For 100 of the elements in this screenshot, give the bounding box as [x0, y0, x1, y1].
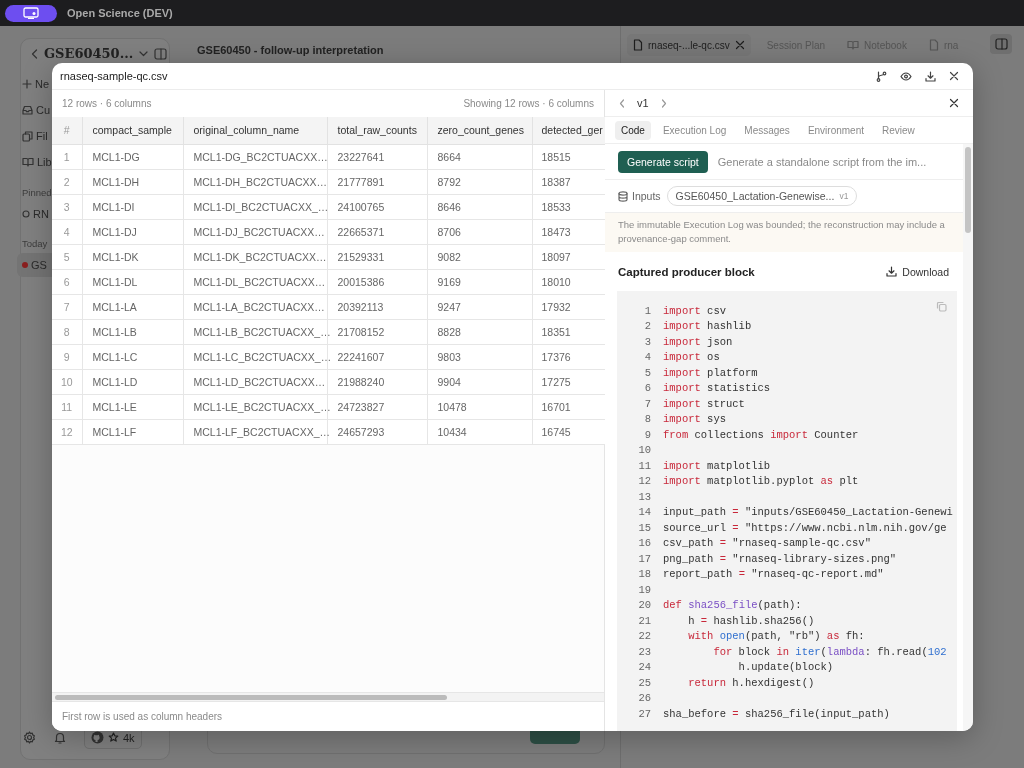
line-number: 13 — [637, 489, 651, 505]
row-number: 7 — [52, 294, 82, 319]
table-cell: MCL1-DH — [82, 169, 183, 194]
line-number: 4 — [643, 350, 651, 366]
version-label: v1 — [637, 97, 649, 109]
app-title: Open Science (DEV) — [67, 7, 173, 19]
line-number: 15 — [637, 520, 651, 536]
row-number: 9 — [52, 344, 82, 369]
line-number: 19 — [637, 582, 651, 598]
column-header: # — [52, 117, 82, 144]
table-cell: MCL1-LD_BC2CTUACXX… — [183, 369, 327, 394]
code-line: import platform — [663, 365, 758, 381]
row-number: 4 — [52, 219, 82, 244]
row-number: 8 — [52, 319, 82, 344]
table-cell: MCL1-DK_BC2CTUACXX… — [183, 244, 327, 269]
line-number: 23 — [637, 644, 651, 660]
line-number: 20 — [637, 598, 651, 614]
line-number: 14 — [637, 505, 651, 521]
line-number: 8 — [643, 412, 651, 428]
table-cell: 9803 — [427, 344, 532, 369]
line-number: 1 — [643, 303, 651, 319]
table-cell: 21777891 — [327, 169, 427, 194]
code-line: source_url = "https://www.ncbi.nlm.nih.gov/ge — [663, 520, 947, 536]
line-number: 24 — [637, 660, 651, 676]
table-cell: 21708152 — [327, 319, 427, 344]
table-cell: 10434 — [427, 419, 532, 444]
generate-hint: Generate a standalone script from the im... — [717, 156, 927, 168]
line-number: 27 — [637, 706, 651, 722]
code-line: h = hashlib.sha256() — [687, 613, 815, 629]
table-cell: 22241607 — [327, 344, 427, 369]
table-cell: 20015386 — [327, 269, 427, 294]
line-number: 10 — [637, 443, 651, 459]
row-number: 6 — [52, 269, 82, 294]
table-cell: MCL1-DI — [82, 194, 183, 219]
table-cell: MCL1-LC — [82, 344, 183, 369]
table-cell: 10478 — [427, 394, 532, 419]
row-number: 12 — [52, 419, 82, 444]
table-cell: 9904 — [427, 369, 532, 394]
table-cell: MCL1-LD — [82, 369, 183, 394]
conversation-title: GSE60450 - follow-up interpretation — [197, 44, 385, 56]
row-number: 10 — [52, 369, 82, 394]
code-line: for block in iter(lambda: fh.read(102 — [712, 644, 947, 660]
line-number: 7 — [643, 396, 651, 412]
table-cell: 8706 — [427, 219, 532, 244]
table-cell: MCL1-DI_BC2CTUACXX_… — [183, 194, 327, 219]
code-line: return h.hexdigest() — [687, 675, 815, 691]
table-cell: MCL1-LF — [82, 419, 183, 444]
table-cell: MCL1-DJ_BC2CTUACXX… — [183, 219, 327, 244]
code-line: def sha256_file(path): — [663, 598, 802, 614]
table-cell: 24657293 — [327, 419, 427, 444]
showing-count: Showing 12 rows · 6 columns — [463, 98, 594, 109]
line-number: 22 — [637, 629, 651, 645]
code-line: import sys — [663, 412, 727, 428]
code-line: import struct — [663, 396, 745, 412]
code-line: report_path = "rnaseq-qc-report.md" — [663, 567, 884, 583]
code-line: png_path = "rnaseq-library-sizes.png" — [663, 551, 897, 567]
table-cell: 8664 — [427, 144, 532, 169]
code-line: import statistics — [663, 381, 771, 397]
table-cell: 9247 — [427, 294, 532, 319]
line-number: 6 — [643, 381, 651, 397]
table-cell: 9169 — [427, 269, 532, 294]
section-heading: Pinned — [21, 186, 52, 200]
row-number: 1 — [52, 144, 82, 169]
block-title: Captured producer block — [618, 265, 755, 278]
code-line: import json — [663, 334, 733, 350]
line-number: 12 — [637, 474, 651, 490]
line-number: 9 — [643, 427, 651, 443]
table-cell: 8792 — [427, 169, 532, 194]
input-version: v1 — [839, 191, 849, 201]
line-number: 17 — [637, 551, 651, 567]
table-cell: MCL1-DG_BC2CTUACXX… — [183, 144, 327, 169]
code-line: import os — [663, 350, 720, 366]
table-cell: MCL1-LB — [82, 319, 183, 344]
table-cell: MCL1-DJ — [82, 219, 183, 244]
row-number: 2 — [52, 169, 82, 194]
table-cell: MCL1-DL_BC2CTUACXX… — [183, 269, 327, 294]
dialog-title: rnaseq-sample-qc.csv — [60, 70, 169, 82]
code-line: input_path = "inputs/GSE60450_Lactation-Genewi — [663, 505, 953, 521]
code-line: csv_path = "rnaseq-sample-qc.csv" — [663, 536, 871, 552]
line-number: 21 — [637, 613, 651, 629]
line-number: 18 — [637, 567, 651, 583]
notice-text: The immutable Execution Log was bounded; the reconstruction may include a provenance-gap comment. — [605, 213, 963, 252]
table-cell: MCL1-LF_BC2CTUACXX_… — [183, 419, 327, 444]
code-line: import csv — [663, 303, 727, 319]
table-cell: 8646 — [427, 194, 532, 219]
code-line: from collections import Counter — [663, 427, 859, 443]
input-name: GSE60450_Lactation-Genewise... — [675, 190, 835, 202]
code-line: h.update(block) — [737, 660, 834, 676]
code-line: sha_before = sha256_file(input_path) — [663, 706, 890, 722]
row-number: 11 — [52, 394, 82, 419]
table-cell: MCL1-LA_BC2CTUACXX… — [183, 294, 327, 319]
table-cell: 24723827 — [327, 394, 427, 419]
line-number: 26 — [637, 691, 651, 707]
table-cell: 20392113 — [327, 294, 427, 319]
section-heading: Today — [21, 237, 48, 251]
row-number: 5 — [52, 244, 82, 269]
row-count: 12 rows · 6 columns — [62, 98, 152, 109]
code-line: with open(path, "rb") as fh: — [687, 629, 865, 645]
table-cell: 22665371 — [327, 219, 427, 244]
code-line: import matplotlib.pyplot as plt — [663, 474, 859, 490]
